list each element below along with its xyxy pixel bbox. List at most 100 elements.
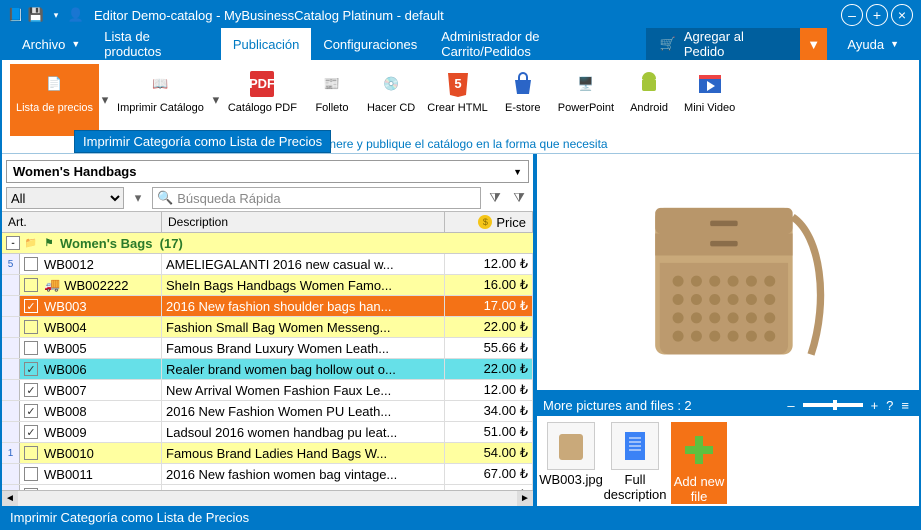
filter-clear-icon[interactable]: ⧩ [509, 187, 529, 209]
menu-icon[interactable]: ≡ [901, 398, 909, 413]
cell-price: 51.00 ₺ [445, 422, 533, 442]
cell-price: 22.00 ₺ [445, 317, 533, 337]
table-row[interactable]: ✓WB0082016 New Fashion Women PU Leath...… [2, 401, 533, 422]
ribbon-cd[interactable]: 💿Hacer CD [361, 64, 421, 136]
search-input[interactable]: 🔍Búsqueda Rápida [152, 187, 481, 209]
row-gutter [2, 275, 20, 295]
row-checkbox[interactable]: ✓ [24, 383, 38, 397]
ribbon-split[interactable]: ▾ [99, 64, 111, 136]
menu-config[interactable]: Configuraciones [311, 28, 429, 60]
filter-row: All ▾ 🔍Búsqueda Rápida ⧩ ⧩ [2, 185, 533, 211]
col-price[interactable]: $Price [445, 212, 533, 232]
cell-art: WB0012 [20, 485, 162, 490]
add-to-order-button[interactable]: 🛒Agregar al Pedido [646, 28, 800, 60]
row-checkbox[interactable] [24, 278, 38, 292]
zoom-out-icon[interactable]: – [787, 398, 794, 413]
row-gutter: 5 [2, 254, 20, 274]
table-row[interactable]: 1WB0010Famous Brand Ladies Hand Bags W..… [2, 443, 533, 464]
collapse-icon[interactable]: - [6, 236, 20, 250]
dropdown-icon[interactable]: ▾ [48, 7, 64, 23]
table-row[interactable]: ✓WB006Realer brand women bag hollow out … [2, 359, 533, 380]
col-art[interactable]: Art. [2, 212, 162, 232]
menu-publicacion[interactable]: Publicación [221, 28, 312, 60]
menu-ayuda[interactable]: Ayuda▼ [835, 28, 911, 60]
thumb-image[interactable]: WB003.jpg [543, 422, 599, 504]
handbag-image [591, 162, 866, 382]
product-list-pane: Women's Handbags▼ All ▾ 🔍Búsqueda Rápida… [2, 154, 537, 506]
cell-art: ✓WB006 [20, 359, 162, 379]
row-checkbox[interactable] [24, 257, 38, 271]
cell-desc: Ladsoul 2016 women handbag pu leat... [162, 422, 445, 442]
ribbon-pdf[interactable]: PDFCatálogo PDF [222, 64, 303, 136]
cell-desc: Fashion Small Bag Women Messeng... [162, 317, 445, 337]
row-checkbox[interactable]: ✓ [24, 404, 38, 418]
cell-desc: New Arrival Women Fashion Faux Le... [162, 380, 445, 400]
cell-price: 67.00 ₺ [445, 464, 533, 484]
table-row[interactable]: ✓WB009Ladsoul 2016 women handbag pu leat… [2, 422, 533, 443]
menu-lista[interactable]: Lista de productos [92, 28, 221, 60]
table-row[interactable]: ✓WB007New Arrival Women Fashion Faux Le.… [2, 380, 533, 401]
ribbon-video[interactable]: Mini Video [678, 64, 741, 136]
row-checkbox[interactable]: ✓ [24, 299, 38, 313]
add-to-order-dropdown[interactable]: ▼ [800, 28, 828, 60]
ribbon-android[interactable]: Android [620, 64, 678, 136]
filter-dropdown[interactable]: ▾ [128, 187, 148, 209]
menu-admin[interactable]: Administrador de Carrito/Pedidos [429, 28, 641, 60]
table-row[interactable]: WB0012New Brand Bags For Women Leather54… [2, 485, 533, 490]
table-row[interactable]: ✓WB0032016 New fashion shoulder bags han… [2, 296, 533, 317]
row-checkbox[interactable]: ✓ [24, 362, 38, 376]
cell-desc: 2016 New fashion shoulder bags han... [162, 296, 445, 316]
row-checkbox[interactable] [24, 488, 38, 490]
save-icon[interactable]: 💾 [28, 7, 44, 23]
maximize-button[interactable]: + [866, 4, 888, 26]
row-checkbox[interactable]: ✓ [24, 425, 38, 439]
user-icon[interactable]: 👤 [68, 7, 84, 23]
table-row[interactable]: 5WB0012AMELIEGALANTI 2016 new casual w..… [2, 254, 533, 275]
ribbon-price-list[interactable]: 📄Lista de precios [10, 64, 99, 136]
tooltip: Imprimir Categoría como Lista de Precios [74, 130, 331, 153]
table-row[interactable]: 🚚WB002222SheIn Bags Handbags Women Famo.… [2, 275, 533, 296]
zoom-in-icon[interactable]: + [871, 398, 879, 413]
ribbon-folleto[interactable]: 📰Folleto [303, 64, 361, 136]
cell-price: 17.00 ₺ [445, 296, 533, 316]
row-checkbox[interactable] [24, 467, 38, 481]
thumbnails-header: More pictures and files : 2 – + ? ≡ [537, 394, 919, 416]
table-row[interactable]: WB00112016 New fashion women bag vintage… [2, 464, 533, 485]
list-icon: 📄 [39, 68, 71, 100]
row-checkbox[interactable] [24, 446, 38, 460]
row-gutter [2, 317, 20, 337]
row-checkbox[interactable] [24, 341, 38, 355]
row-gutter [2, 359, 20, 379]
ribbon-split[interactable]: ▾ [210, 64, 222, 136]
menu-archivo[interactable]: Archivo▼ [10, 28, 92, 60]
col-desc[interactable]: Description [162, 212, 445, 232]
horizontal-scrollbar[interactable]: ◄► [2, 490, 533, 506]
filter-funnel-icon[interactable]: ⧩ [485, 187, 505, 209]
ribbon-print-catalog[interactable]: 📖Imprimir Catálogo [111, 64, 210, 136]
grid-body[interactable]: - 📁 ⚑ Women's Bags (17) 5WB0012AMELIEGAL… [2, 233, 533, 490]
cell-desc: 2016 New fashion women bag vintage... [162, 464, 445, 484]
ribbon-estore[interactable]: E-store [494, 64, 552, 136]
thumb-add-new[interactable]: Add new file [671, 422, 727, 504]
image-preview[interactable] [537, 154, 919, 390]
cell-price: 55.66 ₺ [445, 338, 533, 358]
help-icon[interactable]: ? [886, 398, 893, 413]
row-checkbox[interactable] [24, 320, 38, 334]
cell-art: WB004 [20, 317, 162, 337]
zoom-slider[interactable] [803, 403, 863, 407]
minimize-button[interactable]: – [841, 4, 863, 26]
category-selector[interactable]: Women's Handbags▼ [6, 160, 529, 183]
table-row[interactable]: WB005Famous Brand Luxury Women Leath...5… [2, 338, 533, 359]
thumb-description[interactable]: Full description [607, 422, 663, 504]
cell-art: ✓WB009 [20, 422, 162, 442]
ribbon-powerpoint[interactable]: 🖥️PowerPoint [552, 64, 620, 136]
page-icon: 📰 [316, 68, 348, 100]
group-row[interactable]: - 📁 ⚑ Women's Bags (17) [2, 233, 533, 254]
cell-price: 12.00 ₺ [445, 254, 533, 274]
svg-text:PDF: PDF [249, 76, 275, 91]
ribbon-html[interactable]: 5Crear HTML [421, 64, 494, 136]
pdf-icon: PDF [246, 68, 278, 100]
close-button[interactable]: × [891, 4, 913, 26]
filter-select[interactable]: All [6, 187, 124, 209]
table-row[interactable]: WB004Fashion Small Bag Women Messeng...2… [2, 317, 533, 338]
